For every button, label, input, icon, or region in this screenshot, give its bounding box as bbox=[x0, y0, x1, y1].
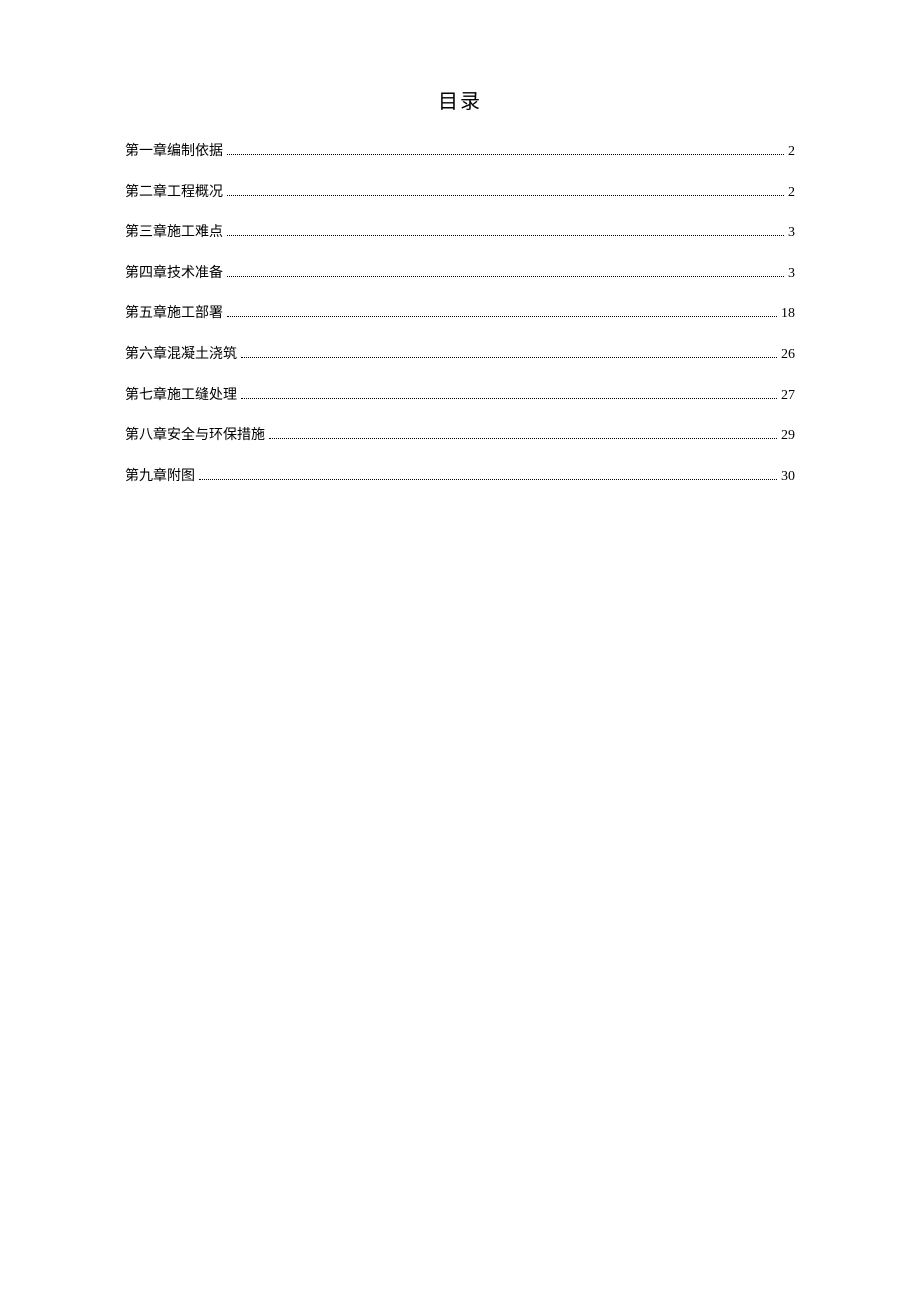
toc-page-number: 3 bbox=[788, 264, 795, 284]
toc-entry: 第九章附图 30 bbox=[125, 467, 795, 487]
table-of-contents: 第一章编制依据 2 第二章工程概况 2 第三章施工难点 3 第四章技术准备 3 … bbox=[125, 142, 795, 486]
toc-leader-dots bbox=[227, 316, 777, 317]
toc-page-number: 27 bbox=[781, 386, 795, 406]
toc-label: 第七章施工缝处理 bbox=[125, 386, 237, 406]
toc-leader-dots bbox=[227, 154, 784, 155]
toc-page-number: 18 bbox=[781, 304, 795, 324]
toc-page-number: 2 bbox=[788, 142, 795, 162]
page-title: 目录 bbox=[125, 85, 795, 114]
toc-leader-dots bbox=[241, 357, 777, 358]
toc-leader-dots bbox=[227, 195, 784, 196]
toc-entry: 第四章技术准备 3 bbox=[125, 264, 795, 284]
toc-page-number: 3 bbox=[788, 223, 795, 243]
toc-leader-dots bbox=[227, 235, 784, 236]
toc-page-number: 2 bbox=[788, 183, 795, 203]
toc-entry: 第五章施工部署 18 bbox=[125, 304, 795, 324]
toc-entry: 第三章施工难点 3 bbox=[125, 223, 795, 243]
toc-entry: 第二章工程概况 2 bbox=[125, 183, 795, 203]
toc-label: 第九章附图 bbox=[125, 467, 195, 487]
toc-label: 第六章混凝土浇筑 bbox=[125, 345, 237, 365]
toc-leader-dots bbox=[227, 276, 784, 277]
toc-entry: 第七章施工缝处理 27 bbox=[125, 386, 795, 406]
toc-entry: 第八章安全与环保措施 29 bbox=[125, 426, 795, 446]
toc-page-number: 29 bbox=[781, 426, 795, 446]
toc-page-number: 26 bbox=[781, 345, 795, 365]
toc-label: 第三章施工难点 bbox=[125, 223, 223, 243]
toc-label: 第一章编制依据 bbox=[125, 142, 223, 162]
toc-label: 第八章安全与环保措施 bbox=[125, 426, 265, 446]
toc-leader-dots bbox=[241, 398, 777, 399]
toc-leader-dots bbox=[199, 479, 777, 480]
toc-label: 第二章工程概况 bbox=[125, 183, 223, 203]
toc-entry: 第六章混凝土浇筑 26 bbox=[125, 345, 795, 365]
toc-leader-dots bbox=[269, 438, 777, 439]
toc-page-number: 30 bbox=[781, 467, 795, 487]
toc-entry: 第一章编制依据 2 bbox=[125, 142, 795, 162]
toc-label: 第四章技术准备 bbox=[125, 264, 223, 284]
toc-label: 第五章施工部署 bbox=[125, 304, 223, 324]
